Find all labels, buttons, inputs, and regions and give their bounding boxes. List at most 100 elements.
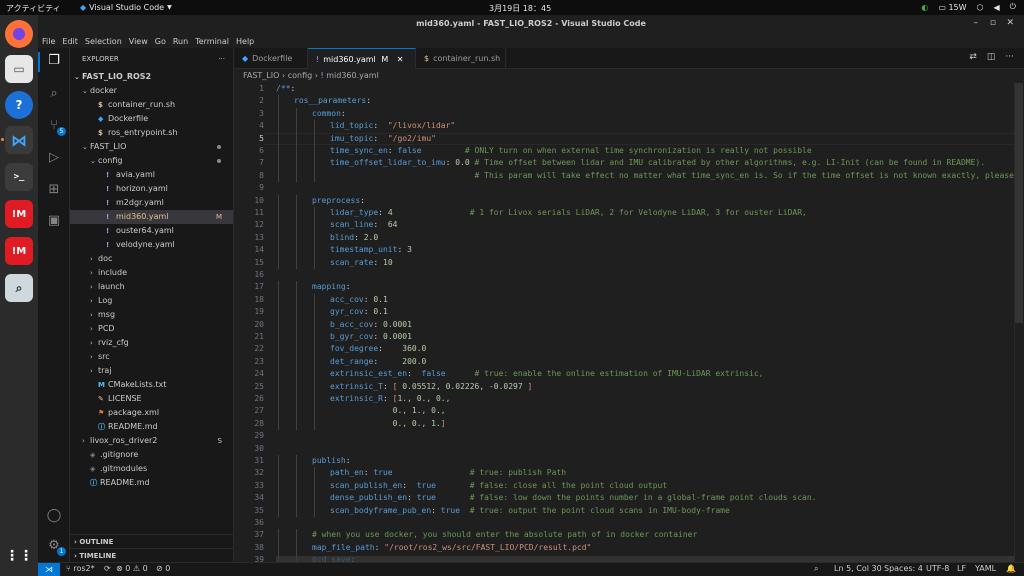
maximize-icon[interactable]: ▫: [990, 18, 996, 28]
tree-folder[interactable]: › rviz_cfg: [70, 336, 233, 350]
tree-file[interactable]: ! m2dgr.yaml: [70, 196, 233, 210]
menu-file[interactable]: File: [42, 37, 55, 46]
tree-file[interactable]: ◈ .gitmodules: [70, 462, 233, 476]
code-line[interactable]: time_offset_lidar_to_imu: 0.0 # Time off…: [330, 157, 985, 169]
code-line[interactable]: extrinsic_T: [ 0.05512, 0.02226, -0.0297…: [330, 381, 532, 393]
outline-panel-header[interactable]: › OUTLINE: [70, 534, 233, 548]
breadcrumb-item[interactable]: FAST_LIO: [243, 71, 279, 80]
tree-file[interactable]: M CMakeLists.txt: [70, 378, 233, 392]
code-line[interactable]: dense_publish_en: true # false: low down…: [330, 492, 816, 504]
account-icon[interactable]: ◯: [45, 508, 63, 526]
code-line[interactable]: lidar_type: 4 # 1 for Livox serials LiDA…: [330, 207, 807, 219]
code-line[interactable]: publish:: [312, 455, 351, 467]
search-icon[interactable]: ⌕: [45, 86, 63, 104]
code-line[interactable]: scan_rate: 10: [330, 257, 393, 269]
code-line[interactable]: blind: 2.0: [330, 232, 378, 244]
code-line[interactable]: path_en: true # true: publish Path: [330, 467, 566, 479]
tree-file[interactable]: $ ros_entrypoint.sh: [70, 126, 233, 140]
code-editor[interactable]: 1 2 3 4 5 6 7 8 9 10 11 12 13 14 15 16 17 18 19 20 21 22 23 24 2…: [234, 83, 1024, 562]
code-line[interactable]: common:: [312, 108, 346, 120]
tree-folder[interactable]: ⌄ FAST_LIO: [70, 140, 233, 154]
tree-folder[interactable]: › msg: [70, 308, 233, 322]
code-line[interactable]: extrinsic_est_en: false # true: enable t…: [330, 368, 764, 380]
code-line[interactable]: ros__parameters:: [294, 95, 371, 107]
tree-folder[interactable]: ⌄ docker: [70, 84, 233, 98]
tree-file[interactable]: $ container_run.sh: [70, 98, 233, 112]
code-line[interactable]: map_file_path: "/root/ros2_ws/src/FAST_L…: [312, 542, 591, 554]
code-line[interactable]: b_acc_cov: 0.0001: [330, 319, 412, 331]
tab-container-run-sh[interactable]: $ container_run.sh: [416, 48, 506, 69]
problems-indicator[interactable]: ⊗ 0 ⚠ 0: [116, 564, 148, 573]
remote-indicator-icon[interactable]: ⋊: [38, 563, 60, 576]
split-editor-icon[interactable]: ◫: [987, 52, 996, 62]
code-line[interactable]: extrinsic_R: [1., 0., 0.,: [330, 393, 450, 405]
files-icon[interactable]: ▭: [5, 55, 33, 83]
app-menu[interactable]: ◆ Visual Studio Code ▼: [80, 3, 172, 12]
extensions-icon[interactable]: ⊞: [45, 182, 63, 200]
vscode-icon[interactable]: ⋈: [5, 126, 33, 154]
indentation[interactable]: Spaces: 4: [884, 564, 923, 573]
tree-file[interactable]: ⓘ README.md: [70, 476, 233, 490]
tree-file[interactable]: ⓘ README.md: [70, 420, 233, 434]
compare-icon[interactable]: ⇄: [969, 52, 977, 62]
menu-go[interactable]: Go: [155, 37, 166, 46]
run-debug-icon[interactable]: ▷: [45, 150, 63, 168]
help-icon[interactable]: ?: [5, 91, 33, 119]
more-actions-icon[interactable]: ···: [1005, 52, 1014, 62]
minimize-icon[interactable]: –: [974, 18, 979, 28]
tree-file[interactable]: ! ouster64.yaml: [70, 224, 233, 238]
tree-folder[interactable]: › include: [70, 266, 233, 280]
vertical-scrollbar[interactable]: [1014, 83, 1024, 562]
magnifier-app-icon[interactable]: ⌕: [5, 274, 33, 302]
red-app-icon[interactable]: !M: [5, 200, 33, 228]
zoom-icon[interactable]: ⌕: [814, 564, 818, 574]
code-line[interactable]: lid_topic: "/livox/lidar": [330, 120, 455, 132]
tab-dockerfile[interactable]: ◆ Dockerfile: [234, 48, 308, 69]
tree-folder[interactable]: › PCD: [70, 322, 233, 336]
menu-run[interactable]: Run: [173, 37, 188, 46]
tree-file[interactable]: ! mid360.yaml M: [70, 210, 233, 224]
tree-file[interactable]: ◆ Dockerfile: [70, 112, 233, 126]
tree-file[interactable]: ! velodyne.yaml: [70, 238, 233, 252]
system-tray[interactable]: ◐ ▭ 15W ⬡ ◀ ⏻: [921, 2, 1016, 12]
close-icon[interactable]: ✕: [1006, 18, 1014, 28]
tree-folder[interactable]: › Log: [70, 294, 233, 308]
terminal-icon[interactable]: >_: [5, 163, 33, 191]
tree-folder[interactable]: ⌄ config: [70, 154, 233, 168]
activities-button[interactable]: アクティビティ: [6, 3, 61, 14]
code-line[interactable]: fov_degree: 360.0: [330, 343, 426, 355]
clock[interactable]: 3月19日 18：45: [489, 3, 551, 14]
tree-file[interactable]: ◈ .gitignore: [70, 448, 233, 462]
tree-folder[interactable]: › launch: [70, 280, 233, 294]
breadcrumb-item[interactable]: mid360.yaml: [326, 71, 379, 80]
cursor-position[interactable]: Ln 5, Col 30: [834, 564, 882, 573]
code-line[interactable]: time_sync_en: false # ONLY turn on when …: [330, 145, 812, 157]
tree-folder[interactable]: › livox_ros_driver2 S: [70, 434, 233, 448]
code-line[interactable]: 0., 1., 0.,: [330, 405, 446, 417]
more-actions-icon[interactable]: ···: [218, 55, 225, 63]
scrollbar-thumb[interactable]: [1015, 83, 1023, 323]
explorer-files-icon[interactable]: ❐: [45, 53, 63, 71]
tree-file[interactable]: ! horizon.yaml: [70, 182, 233, 196]
bell-icon[interactable]: 🔔: [1006, 564, 1016, 573]
remote-explorer-icon[interactable]: ▣: [45, 213, 63, 231]
tree-file[interactable]: ✎ LICENSE: [70, 392, 233, 406]
timeline-panel-header[interactable]: › TIMELINE: [70, 548, 233, 562]
code-line[interactable]: scan_bodyframe_pub_en: true # true: outp…: [330, 505, 730, 517]
menu-terminal[interactable]: Terminal: [195, 37, 229, 46]
code-line[interactable]: mapping:: [312, 281, 351, 293]
code-line[interactable]: timestamp_unit: 3: [330, 244, 412, 256]
tree-folder[interactable]: ⌄ FAST_LIO_ROS2: [70, 70, 233, 84]
tab-mid360-yaml[interactable]: ! mid360.yaml M ✕: [308, 48, 416, 69]
code-line[interactable]: det_range: 200.0: [330, 356, 426, 368]
end-of-line[interactable]: LF: [957, 564, 966, 573]
branch-indicator[interactable]: ⑂ ros2*: [66, 564, 95, 573]
show-apps-icon[interactable]: ⋮⋮: [5, 542, 33, 570]
menu-help[interactable]: Help: [236, 37, 254, 46]
menu-selection[interactable]: Selection: [85, 37, 122, 46]
tree-file[interactable]: ! avia.yaml: [70, 168, 233, 182]
breadcrumb-item[interactable]: config: [288, 71, 312, 80]
language-mode[interactable]: YAML: [975, 564, 996, 573]
code-line[interactable]: imu_topic: "/go2/imu": [330, 133, 436, 145]
code-line[interactable]: scan_publish_en: true # false: close all…: [330, 480, 667, 492]
